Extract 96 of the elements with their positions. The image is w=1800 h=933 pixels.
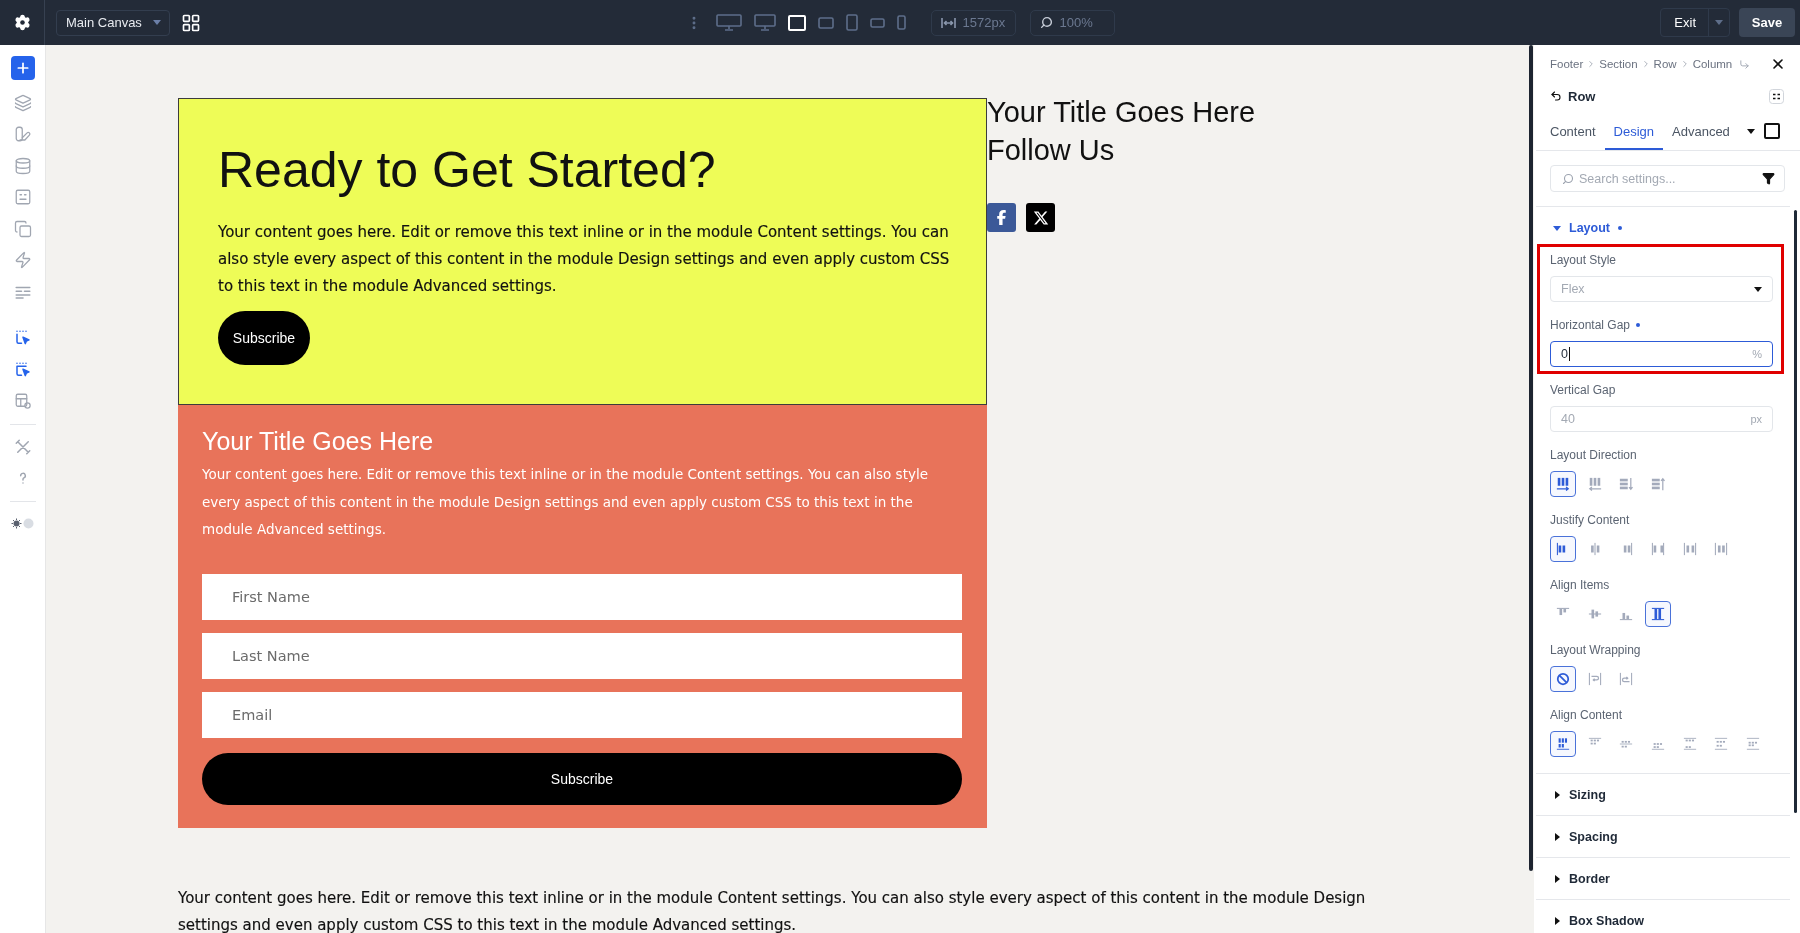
caret-icon xyxy=(1715,20,1723,25)
magnifier-icon xyxy=(1039,16,1053,29)
option-button[interactable] xyxy=(1550,536,1576,562)
layout-eye-icon[interactable] xyxy=(13,392,32,411)
ban-icon xyxy=(1556,672,1570,686)
corner-arrow-icon xyxy=(1739,58,1751,70)
square-icon[interactable] xyxy=(1764,123,1780,139)
option-button[interactable] xyxy=(1550,471,1576,497)
tab[interactable]: Content xyxy=(1541,112,1605,150)
input-field[interactable]: 0 % xyxy=(1550,341,1773,367)
bars-lines-icon xyxy=(1587,607,1602,621)
accordion-header[interactable]: Box Shadow xyxy=(1550,900,1773,933)
option-button[interactable] xyxy=(1550,666,1576,692)
subscribe-button[interactable]: Subscribe xyxy=(202,752,962,805)
caret-icon xyxy=(1754,286,1762,292)
dots-grid-icon xyxy=(1556,737,1570,751)
cta-heading: Ready to Get Started? xyxy=(218,141,717,200)
rows-arrow-icon xyxy=(1619,477,1634,491)
accordion-header[interactable]: Layout xyxy=(1550,207,1773,248)
layers-icon[interactable] xyxy=(13,93,32,112)
breadcrumb-link[interactable]: Section xyxy=(1599,58,1638,70)
dots-grid-icon xyxy=(1746,737,1761,751)
scrollbar[interactable] xyxy=(1794,210,1797,813)
back-arrow-icon[interactable] xyxy=(1550,90,1562,102)
accordion-header[interactable]: Spacing xyxy=(1550,816,1773,857)
field-label: Vertical Gap xyxy=(1550,382,1616,398)
accordion-header[interactable]: Sizing xyxy=(1550,774,1773,815)
element-title: Row xyxy=(1568,88,1596,104)
text-cursor xyxy=(1568,347,1570,361)
unit-label: % xyxy=(1752,348,1762,360)
filter-icon[interactable] xyxy=(1762,172,1775,185)
copy-icon[interactable] xyxy=(13,219,32,238)
breadcrumb-link[interactable]: Footer xyxy=(1550,58,1584,70)
text-field[interactable]: Email xyxy=(202,691,962,738)
rows-arrow-icon xyxy=(1651,477,1666,491)
accordion-header[interactable]: Border xyxy=(1550,858,1773,899)
caret-icon xyxy=(153,20,161,25)
tablet-landscape-icon xyxy=(817,16,834,29)
signup-text: Your content goes here. Edit or remove this text inline or in the module Content settings. You can also style every aspect of this content in the module Design settings and even apply custom CSS to this text in the module Advanced settings. xyxy=(202,465,929,539)
bars-lines-icon xyxy=(1682,542,1697,556)
grid-icon[interactable] xyxy=(181,12,201,33)
field-label: Layout Style xyxy=(1550,252,1617,268)
add-button[interactable] xyxy=(10,56,35,80)
breadcrumb-link[interactable]: Column xyxy=(1692,58,1733,70)
breadcrumb-link[interactable]: Row xyxy=(1653,58,1677,70)
canvas-select[interactable]: Main Canvas xyxy=(56,9,170,36)
option-button[interactable] xyxy=(1550,731,1576,757)
settings-icon[interactable] xyxy=(13,14,31,31)
database-icon[interactable] xyxy=(13,156,32,175)
tab[interactable]: Advanced xyxy=(1663,112,1739,150)
square-screen-icon xyxy=(787,14,806,31)
aside-title: Your Title Goes Here xyxy=(987,95,1256,130)
theme-toggle-icon[interactable] xyxy=(10,518,35,530)
body-text: Your content goes here. Edit or remove this text inline or in the module Content settings. You can also style every aspect of this content in the module Design settings and even apply custom CSS to this text in the module Advanced settings. xyxy=(178,887,1367,933)
wrap-arrow-icon xyxy=(1619,672,1634,686)
field-label: Justify Content xyxy=(1550,512,1630,528)
search-icon xyxy=(1562,172,1574,185)
phone-icon xyxy=(896,15,906,30)
scrollbar[interactable] xyxy=(1529,45,1533,871)
text-field[interactable]: Last Name xyxy=(202,632,962,679)
facebook-icon[interactable] xyxy=(987,203,1016,232)
text-field[interactable]: First Name xyxy=(202,573,962,620)
field-label: Layout Direction xyxy=(1550,447,1637,463)
tools-icon[interactable] xyxy=(13,437,32,456)
dots-grid-icon xyxy=(1714,737,1729,751)
follow-heading: Follow Us xyxy=(987,133,1116,168)
option-button[interactable] xyxy=(1645,601,1672,627)
field-label: Align Content xyxy=(1550,707,1623,723)
subscribe-button[interactable]: Subscribe xyxy=(218,311,310,365)
cta-text: Your content goes here. Edit or remove this text inline or in the module Content settings. You can also style every aspect of this content in the module Design settings and even apply custom CSS to this text in the module Advanced settings. xyxy=(218,222,951,297)
wrap-arrow-icon xyxy=(1587,672,1602,686)
field-label: Align Items xyxy=(1550,577,1610,593)
x-logo-icon[interactable] xyxy=(1026,203,1055,232)
cursor-frame-icon[interactable] xyxy=(13,360,32,379)
signup-title: Your Title Goes Here xyxy=(202,426,435,457)
field-label: Horizontal Gap xyxy=(1550,317,1631,333)
lightning-icon[interactable] xyxy=(13,251,32,270)
dots-box-icon[interactable] xyxy=(1769,88,1784,104)
caret-icon xyxy=(1747,128,1755,134)
field-label: Layout Wrapping xyxy=(1550,642,1641,658)
square-lines-icon[interactable] xyxy=(13,188,32,207)
swatch-icon[interactable] xyxy=(13,125,32,144)
widescreen-icon xyxy=(715,14,742,31)
unit-label: px xyxy=(1750,413,1762,425)
dots-grid-icon xyxy=(1682,737,1697,751)
columns-arrow-icon xyxy=(1587,477,1602,491)
close-icon[interactable] xyxy=(1770,56,1786,72)
bars-lines-icon xyxy=(1651,542,1666,556)
width-arrows-icon xyxy=(940,16,956,29)
tablet-icon xyxy=(845,14,858,31)
monitor-icon xyxy=(753,14,776,31)
columns-arrow-icon xyxy=(1556,477,1570,491)
save-button[interactable]: Save xyxy=(1739,8,1795,37)
phone-landscape-icon xyxy=(869,17,885,28)
bars-lines-icon xyxy=(1651,607,1666,621)
bars-lines-icon xyxy=(1714,542,1729,556)
